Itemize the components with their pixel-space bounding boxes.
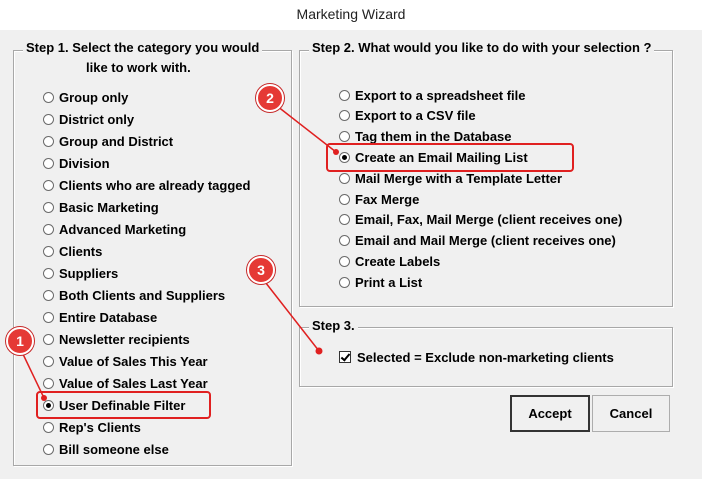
radio-button[interactable] (43, 333, 54, 345)
checkbox-label: Selected = Exclude non-marketing clients (357, 349, 614, 365)
cancel-button[interactable]: Cancel (592, 395, 670, 432)
radio-button[interactable] (43, 91, 54, 103)
radio-button[interactable] (43, 311, 54, 323)
radio-button[interactable] (43, 135, 54, 147)
radio-button[interactable] (43, 267, 54, 279)
step1-option-group-only[interactable]: Group only (43, 88, 128, 106)
radio-button[interactable] (339, 193, 350, 205)
radio-button[interactable] (43, 355, 54, 367)
step1-option-basic-marketing[interactable]: Basic Marketing (43, 198, 159, 216)
step1-option-district-only[interactable]: District only (43, 110, 134, 128)
radio-button[interactable] (339, 131, 350, 143)
annotation-badge-1: 1 (6, 327, 34, 355)
radio-button[interactable] (43, 289, 54, 301)
step1-legend-line2: like to work with. (86, 60, 191, 75)
option-label: Clients who are already tagged (59, 177, 251, 193)
step2-option-email-fax-mail-merge-client-receives-one[interactable]: Email, Fax, Mail Merge (client receives … (339, 211, 622, 229)
accept-button[interactable]: Accept (510, 395, 590, 432)
option-label: Tag them in the Database (355, 129, 512, 145)
option-label: Export to a CSV file (355, 108, 476, 124)
option-label: Mail Merge with a Template Letter (355, 170, 563, 186)
option-label: Basic Marketing (59, 199, 159, 215)
checkbox-box[interactable] (339, 351, 351, 363)
option-label: Print a List (355, 274, 423, 290)
step1-option-newsletter-recipients[interactable]: Newsletter recipients (43, 330, 190, 348)
radio-button[interactable] (43, 443, 54, 455)
step2-option-export-to-a-spreadsheet-file[interactable]: Export to a spreadsheet file (339, 86, 526, 104)
radio-button[interactable] (339, 172, 350, 184)
radio-button[interactable] (43, 377, 54, 389)
option-label: District only (59, 111, 135, 127)
step1-option-entire-database[interactable]: Entire Database (43, 308, 157, 326)
step3-legend: Step 3. (309, 318, 358, 334)
radio-button[interactable] (43, 113, 54, 125)
step2-option-email-and-mail-merge-client-receives-one[interactable]: Email and Mail Merge (client receives on… (339, 232, 616, 250)
option-label: Rep's Clients (59, 419, 141, 435)
step1-option-bill-someone-else[interactable]: Bill someone else (43, 440, 169, 458)
step1-option-advanced-marketing[interactable]: Advanced Marketing (43, 220, 186, 238)
option-label: Fax Merge (355, 191, 420, 207)
option-label: Export to a spreadsheet file (355, 87, 526, 103)
option-label: Division (59, 155, 110, 171)
radio-button[interactable] (43, 223, 54, 235)
step1-option-group-and-district[interactable]: Group and District (43, 132, 173, 150)
radio-button[interactable] (43, 245, 54, 257)
option-label: Email and Mail Merge (client receives on… (355, 233, 616, 249)
window-title: Marketing Wizard (296, 6, 406, 22)
step1-option-value-of-sales-this-year[interactable]: Value of Sales This Year (43, 352, 208, 370)
option-label: Entire Database (59, 309, 158, 325)
option-label: Email, Fax, Mail Merge (client receives … (355, 212, 623, 228)
annotation-badge-3: 3 (247, 256, 275, 284)
option-label: Both Clients and Suppliers (59, 287, 226, 303)
step1-option-division[interactable]: Division (43, 154, 110, 172)
step2-option-print-a-list[interactable]: Print a List (339, 273, 422, 291)
step2-option-fax-merge[interactable]: Fax Merge (339, 190, 419, 208)
highlight-user-definable-filter (36, 391, 211, 419)
radio-button[interactable] (43, 201, 54, 213)
option-label: Newsletter recipients (59, 331, 190, 347)
radio-button[interactable] (339, 276, 350, 288)
title-bar: Marketing Wizard (0, 0, 702, 31)
exclude-non-marketing-checkbox[interactable]: Selected = Exclude non-marketing clients (339, 348, 614, 366)
radio-button[interactable] (339, 235, 350, 247)
option-label: Suppliers (59, 265, 119, 281)
radio-button[interactable] (43, 179, 54, 191)
option-label: Advanced Marketing (59, 221, 187, 237)
step1-option-value-of-sales-last-year[interactable]: Value of Sales Last Year (43, 374, 208, 392)
option-label: Bill someone else (59, 441, 169, 457)
step2-option-export-to-a-csv-file[interactable]: Export to a CSV file (339, 107, 476, 125)
step2-legend: Step 2. What would you like to do with y… (309, 40, 655, 56)
step1-option-rep-s-clients[interactable]: Rep's Clients (43, 418, 141, 436)
step1-option-both-clients-and-suppliers[interactable]: Both Clients and Suppliers (43, 286, 225, 304)
option-label: Group only (59, 89, 129, 105)
radio-button[interactable] (339, 89, 350, 101)
radio-button[interactable] (43, 421, 54, 433)
option-label: Value of Sales This Year (59, 353, 208, 369)
option-label: Clients (59, 243, 103, 259)
option-label: Value of Sales Last Year (59, 375, 208, 391)
step1-option-clients-who-are-already-tagged[interactable]: Clients who are already tagged (43, 176, 250, 194)
highlight-create-email-mailing-list (326, 143, 574, 172)
annotation-badge-2: 2 (256, 84, 284, 112)
step1-option-clients[interactable]: Clients (43, 242, 102, 260)
step1-option-suppliers[interactable]: Suppliers (43, 264, 118, 282)
option-label: Create Labels (355, 253, 441, 269)
option-label: Group and District (59, 133, 174, 149)
step2-option-create-labels[interactable]: Create Labels (339, 252, 440, 270)
radio-button[interactable] (43, 157, 54, 169)
step1-legend-line1: Step 1. Select the category you would (23, 40, 263, 56)
radio-button[interactable] (339, 214, 350, 226)
radio-button[interactable] (339, 110, 350, 122)
radio-button[interactable] (339, 255, 350, 267)
